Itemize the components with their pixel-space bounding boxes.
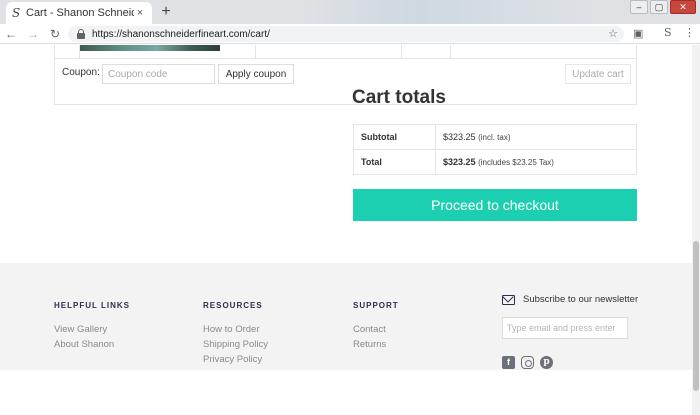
url-text: https://shanonschneiderfineart.com/cart/	[92, 28, 270, 40]
total-label: Total	[353, 149, 436, 175]
reload-icon[interactable]: ↻	[44, 27, 66, 41]
footer-heading-resources: RESOURCES	[203, 301, 263, 310]
subtotal-amount: $323.25	[443, 132, 476, 142]
cart-totals-heading: Cart totals	[352, 87, 446, 108]
lock-icon	[76, 29, 86, 39]
footer-link-about[interactable]: About Shanon	[54, 339, 114, 350]
profile-extension-icon[interactable]: S	[664, 26, 672, 39]
footer-heading-support: SUPPORT	[353, 301, 399, 310]
artwork-thumbnail[interactable]	[80, 45, 220, 51]
footer-link-privacy[interactable]: Privacy Policy	[203, 354, 262, 365]
minimize-icon[interactable]: –	[630, 0, 648, 14]
new-tab-button[interactable]: +	[158, 4, 174, 20]
address-bar[interactable]: https://shanonschneiderfineart.com/cart/…	[68, 26, 624, 42]
newsletter-label: Subscribe to our newsletter	[523, 294, 639, 305]
table-divider	[255, 45, 256, 59]
cart-table: Coupon: Apply coupon Update cart	[54, 45, 637, 105]
update-cart-button[interactable]: Update cart	[565, 64, 631, 84]
tab-title: Cart - Shanon Schneider F	[26, 7, 134, 19]
browser-tab-bar: S Cart - Shanon Schneider F × + – ▢ ✕	[0, 0, 700, 24]
site-favicon-icon: S	[12, 6, 21, 20]
extension-icon[interactable]: ▣	[633, 27, 643, 40]
cart-totals-table: Subtotal $323.25 (incl. tax) Total $323.…	[353, 124, 637, 175]
apply-coupon-button[interactable]: Apply coupon	[218, 64, 294, 84]
bookmark-star-icon[interactable]: ☆	[608, 27, 618, 40]
total-tax-note: (includes $23.25 Tax)	[478, 158, 554, 167]
coupon-code-input[interactable]	[102, 64, 215, 84]
tab-close-icon[interactable]: ×	[134, 7, 146, 19]
window-controls: – ▢ ✕	[630, 0, 696, 14]
pinterest-icon[interactable]: p	[540, 356, 553, 369]
total-row: Total $323.25 (includes $23.25 Tax)	[353, 149, 637, 175]
facebook-icon[interactable]: f	[502, 356, 515, 369]
subtotal-tax-note: (incl. tax)	[478, 133, 511, 142]
tab-bar-background	[300, 0, 600, 24]
browser-tab-cart[interactable]: S Cart - Shanon Schneider F ×	[6, 2, 152, 24]
back-icon[interactable]: ←	[0, 27, 22, 41]
envelope-icon	[502, 294, 515, 305]
footer-heading-helpful: HELPFUL LINKS	[54, 301, 130, 310]
cart-item-row	[55, 45, 636, 59]
footer-link-how-to-order[interactable]: How to Order	[203, 324, 260, 335]
footer-link-shipping[interactable]: Shipping Policy	[203, 339, 268, 350]
subtotal-value-cell: $323.25 (incl. tax)	[435, 124, 637, 150]
proceed-to-checkout-button[interactable]: Proceed to checkout	[353, 189, 637, 221]
forward-icon[interactable]: →	[22, 27, 44, 41]
menu-kebab-icon[interactable]: ⋮	[684, 26, 695, 39]
table-divider	[401, 45, 402, 59]
maximize-icon[interactable]: ▢	[650, 0, 668, 14]
close-window-icon[interactable]: ✕	[670, 0, 696, 14]
page-scrollbar[interactable]	[692, 45, 700, 415]
site-footer: HELPFUL LINKS View Gallery About Shanon …	[0, 263, 692, 370]
coupon-label: Coupon:	[62, 67, 100, 78]
instagram-icon[interactable]	[521, 356, 534, 369]
scrollbar-thumb[interactable]	[693, 241, 699, 391]
newsletter-email-input[interactable]	[502, 317, 628, 339]
subtotal-label: Subtotal	[353, 124, 436, 150]
newsletter-heading: Subscribe to our newsletter	[502, 294, 638, 305]
browser-toolbar: ← → ↻ https://shanonschneiderfineart.com…	[0, 24, 700, 44]
total-value-cell: $323.25 (includes $23.25 Tax)	[435, 149, 637, 175]
total-amount: $323.25	[443, 157, 476, 167]
table-divider	[450, 45, 451, 59]
footer-link-contact[interactable]: Contact	[353, 324, 386, 335]
table-divider	[79, 45, 80, 59]
footer-link-returns[interactable]: Returns	[353, 339, 386, 350]
footer-link-view-gallery[interactable]: View Gallery	[54, 324, 107, 335]
subtotal-row: Subtotal $323.25 (incl. tax)	[353, 124, 637, 150]
